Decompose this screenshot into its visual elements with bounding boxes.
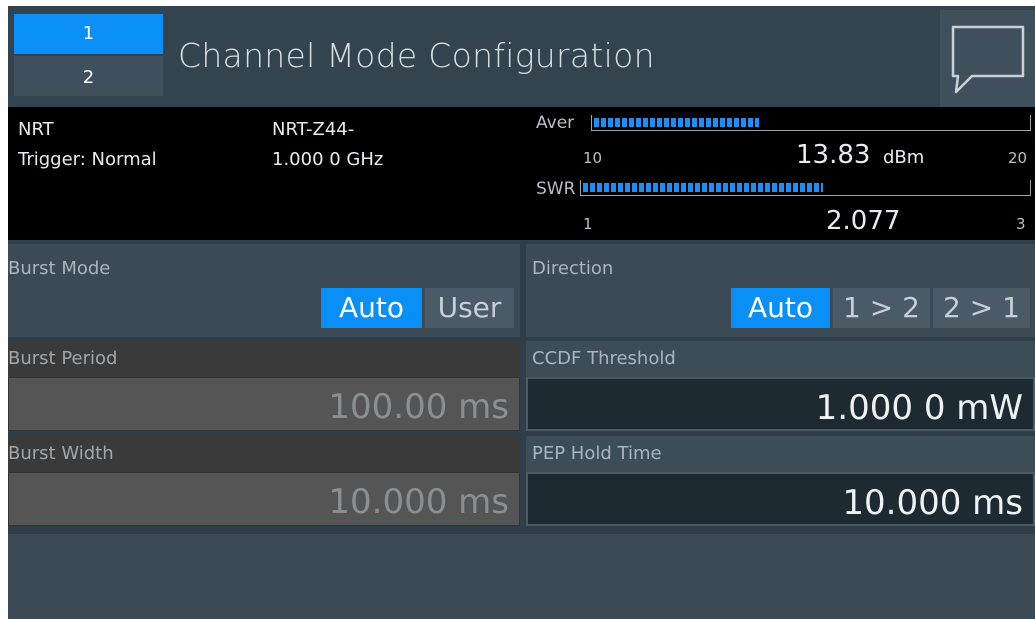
direction-label: Direction	[532, 258, 614, 279]
channel-1-button[interactable]: 1	[14, 14, 163, 54]
speech-bubble-icon	[951, 25, 1025, 94]
burst-period-field: 100.00 ms	[8, 377, 520, 431]
pep-hold-time-label: PEP Hold Time	[526, 436, 1035, 472]
aver-unit: dBm	[883, 147, 925, 168]
message-button[interactable]	[940, 10, 1035, 107]
burst-mode-label: Burst Mode	[8, 258, 111, 279]
measurement-status-panel: NRT Trigger: Normal NRT-Z44- 1.000 0 GHz…	[8, 107, 1035, 240]
ccdf-threshold-field[interactable]: 1.000 0 mW	[526, 377, 1035, 431]
direction-2-to-1-option[interactable]: 2 > 1	[933, 288, 1030, 328]
aver-meter-bar	[591, 115, 1031, 131]
swr-scale-max: 3	[1016, 215, 1026, 233]
sensor-name: NRT	[18, 119, 54, 140]
aver-scale-max: 20	[1008, 149, 1028, 167]
page-title: Channel Mode Configuration	[178, 36, 655, 75]
aver-meter-fill	[594, 118, 759, 127]
aver-meter-label: Aver	[536, 113, 575, 133]
header: 1 2 Channel Mode Configuration	[8, 6, 1035, 107]
swr-meter-bar	[580, 180, 1031, 196]
burst-period-label: Burst Period	[8, 341, 520, 377]
screen: 1 2 Channel Mode Configuration NRT Trigg…	[8, 6, 1035, 619]
swr-meter-fill	[583, 183, 823, 192]
swr-scale-min: 1	[583, 215, 593, 233]
aver-value: 13.83	[796, 140, 871, 170]
burst-width-field: 10.000 ms	[8, 472, 520, 526]
burst-mode-panel: Burst Mode Auto User	[8, 244, 520, 337]
burst-mode-auto-option[interactable]: Auto	[321, 288, 422, 328]
burst-mode-user-option[interactable]: User	[425, 288, 514, 328]
swr-value: 2.077	[826, 206, 901, 236]
burst-width-label: Burst Width	[8, 436, 520, 472]
sensor-model: NRT-Z44-	[272, 119, 355, 140]
direction-auto-option[interactable]: Auto	[731, 288, 830, 328]
direction-1-to-2-option[interactable]: 1 > 2	[833, 288, 930, 328]
aver-scale-min: 10	[583, 149, 603, 167]
trigger-status: Trigger: Normal	[18, 149, 157, 170]
pep-hold-time-panel: PEP Hold Time 10.000 ms	[526, 436, 1035, 526]
empty-bottom-area	[8, 534, 1035, 619]
direction-panel: Direction Auto 1 > 2 2 > 1	[526, 244, 1035, 337]
ccdf-threshold-panel: CCDF Threshold 1.000 0 mW	[526, 341, 1035, 431]
burst-period-panel: Burst Period 100.00 ms	[8, 341, 520, 431]
burst-width-panel: Burst Width 10.000 ms	[8, 436, 520, 526]
frequency-readout: 1.000 0 GHz	[272, 149, 384, 170]
swr-meter-label: SWR	[536, 179, 576, 199]
pep-hold-time-field[interactable]: 10.000 ms	[526, 472, 1035, 526]
ccdf-threshold-label: CCDF Threshold	[526, 341, 1035, 377]
channel-2-button[interactable]: 2	[14, 56, 163, 96]
